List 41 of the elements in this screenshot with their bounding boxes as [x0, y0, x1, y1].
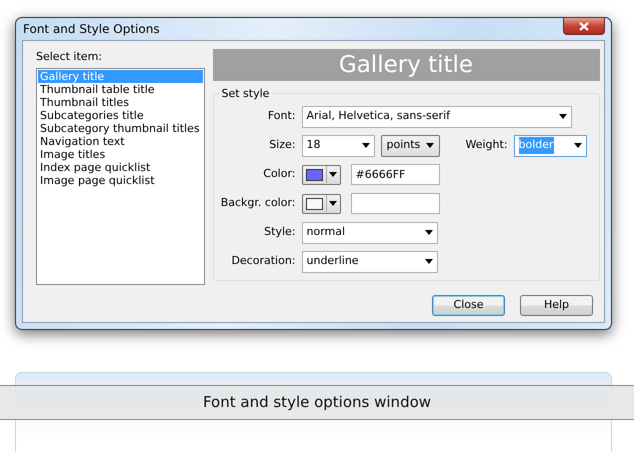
caret-icon [328, 200, 336, 206]
unit-dropdown[interactable]: points [380, 134, 440, 156]
list-item[interactable]: Subcategory thumbnail titles [38, 122, 203, 134]
caret-icon [328, 172, 336, 177]
list-item[interactable]: Thumbnail table title [38, 82, 203, 96]
decoration-dropdown[interactable]: underline [302, 250, 438, 272]
list-item[interactable]: Thumbnail titles [38, 96, 203, 108]
color-value-field[interactable] [350, 193, 440, 214]
list-label: Select item: [36, 49, 103, 65]
list-item[interactable]: Index page quicklist [38, 160, 203, 174]
group-label: Set style [220, 86, 272, 102]
close-icon [579, 22, 589, 30]
color-value-field[interactable]: #6666FF [350, 164, 440, 185]
window-title: Font and Style Options [23, 21, 160, 38]
list-item[interactable]: Image page quicklist [38, 174, 203, 186]
caret-icon [362, 143, 370, 148]
field-label: Weight: [466, 137, 508, 154]
list-item[interactable]: Navigation text [38, 134, 203, 148]
field-label: Size: [268, 137, 296, 154]
field-label: Font: [266, 108, 296, 124]
style-dropdown[interactable]: normal [302, 222, 438, 244]
caret-icon [574, 143, 582, 148]
caret-icon [426, 143, 434, 148]
list-item[interactable]: Subcategories title [38, 108, 203, 122]
field-label: Backgr. color: [220, 195, 296, 212]
dialog-button[interactable]: Close [432, 295, 505, 316]
caret-icon [424, 259, 432, 264]
field-label: Style: [263, 224, 296, 240]
caret-icon [558, 114, 566, 119]
size-dropdown[interactable]: 18 [302, 134, 374, 156]
color-picker-button[interactable] [302, 164, 340, 184]
close-button[interactable] [563, 17, 605, 35]
field-label: Decoration: [230, 253, 296, 270]
font-dropdown[interactable]: Arial, Helvetica, sans-serif [302, 106, 572, 128]
field-label: Color: [262, 166, 296, 182]
list-item[interactable]: Image titles [38, 148, 203, 160]
caption-text: Font and style options window [0, 385, 634, 420]
preview-banner: Gallery title [212, 49, 600, 81]
caret-icon [424, 230, 432, 235]
color-picker-button[interactable] [302, 194, 340, 214]
dialog-button[interactable]: Help [520, 295, 593, 316]
